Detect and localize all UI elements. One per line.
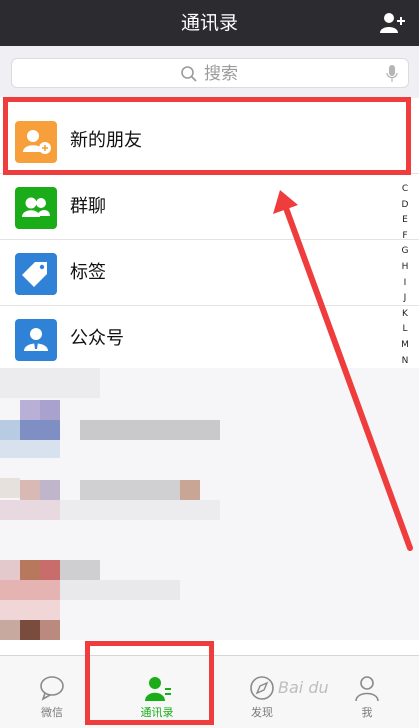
index-letter[interactable]: J xyxy=(399,291,411,307)
index-letter[interactable]: N xyxy=(399,354,411,370)
tab-me[interactable]: 我 xyxy=(315,656,419,728)
index-letter[interactable]: I xyxy=(399,276,411,292)
list-item-official-accounts[interactable]: 公众号 xyxy=(0,306,419,371)
group-chat-icon xyxy=(15,187,57,229)
index-letter[interactable]: D xyxy=(399,198,411,214)
search-icon xyxy=(181,66,197,82)
tab-label: 我 xyxy=(361,706,373,719)
tag-icon xyxy=(15,253,57,295)
add-contact-icon[interactable] xyxy=(379,11,405,35)
search-input[interactable]: 搜索 xyxy=(11,58,409,88)
search-area: 搜索 xyxy=(0,46,419,98)
list-item-group-chats[interactable]: 群聊 xyxy=(0,174,419,240)
index-letter[interactable]: F xyxy=(399,229,411,245)
top-navigation-bar: 通讯录 xyxy=(0,0,419,46)
chat-icon xyxy=(40,676,64,701)
list-item-label: 群聊 xyxy=(70,196,106,217)
page-title: 通讯录 xyxy=(180,12,238,34)
compass-icon xyxy=(250,676,274,700)
list-item-tags[interactable]: 标签 xyxy=(0,240,419,306)
alphabet-index[interactable]: C D E F G H I J K L M N xyxy=(399,182,411,369)
list-item-label: 标签 xyxy=(70,262,106,283)
official-account-icon xyxy=(15,319,57,361)
highlight-box-contacts-tab xyxy=(85,641,214,725)
highlight-box-new-friends xyxy=(3,97,411,175)
index-letter[interactable]: L xyxy=(399,322,411,338)
index-letter[interactable]: E xyxy=(399,213,411,229)
microphone-icon[interactable] xyxy=(386,65,398,83)
index-letter[interactable]: M xyxy=(399,338,411,354)
me-icon xyxy=(355,676,379,702)
index-letter[interactable]: H xyxy=(399,260,411,276)
index-letter[interactable]: K xyxy=(399,307,411,323)
index-letter[interactable]: C xyxy=(399,182,411,198)
search-placeholder: 搜索 xyxy=(204,64,238,84)
pixelated-contacts-area xyxy=(0,368,419,640)
index-letter[interactable]: G xyxy=(399,244,411,260)
watermark: Bai du xyxy=(278,678,329,697)
tab-label: 发现 xyxy=(251,706,273,719)
list-item-label: 公众号 xyxy=(70,328,124,349)
